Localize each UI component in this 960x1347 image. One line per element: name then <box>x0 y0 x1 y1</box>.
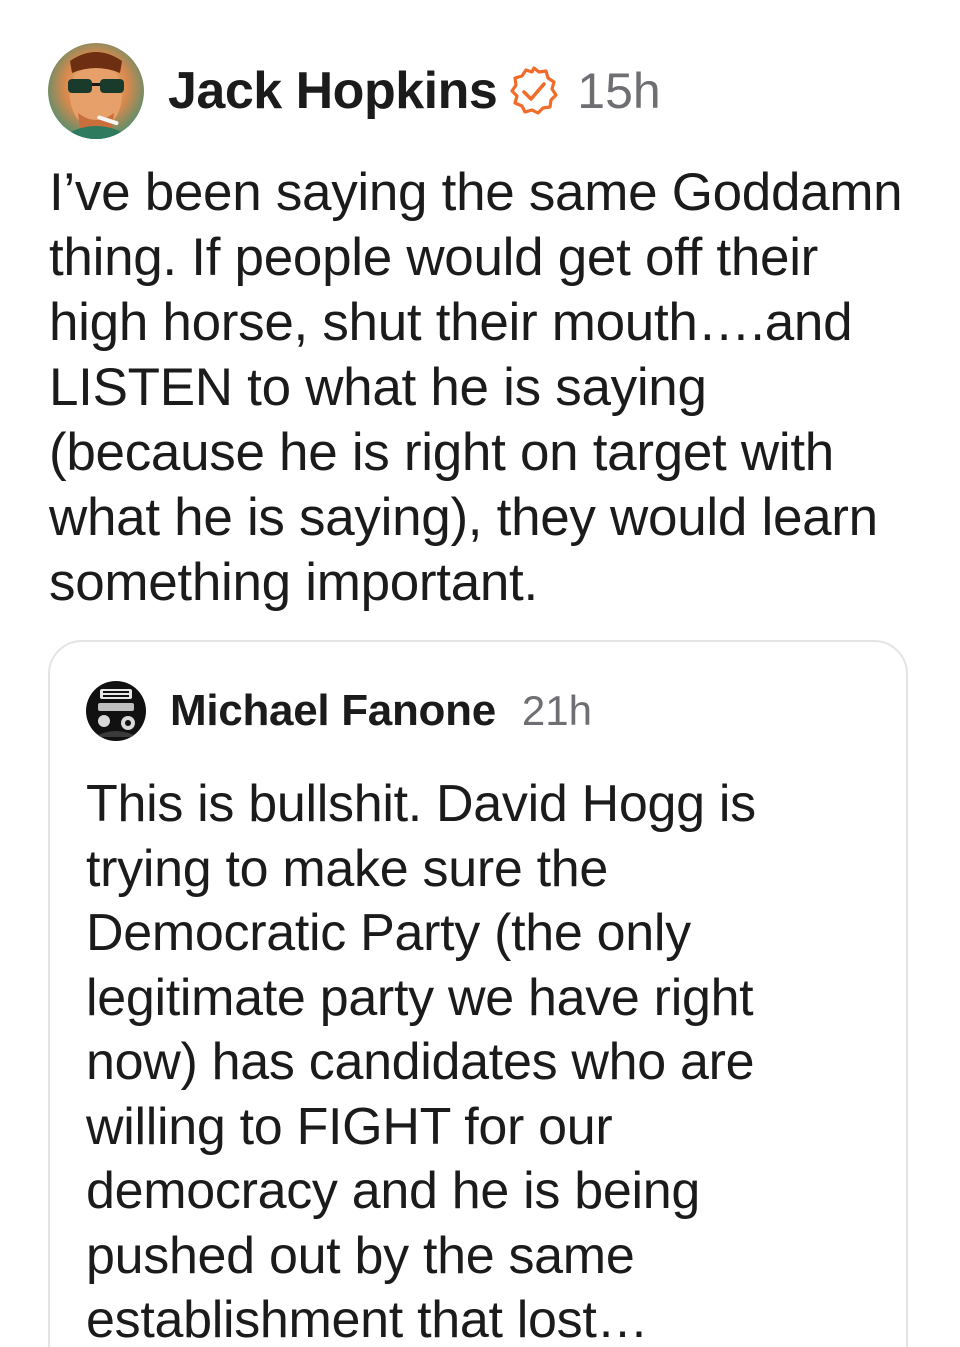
post-timestamp: 15h <box>577 63 661 119</box>
post-body-text: I’ve been saying the same Goddamn thing.… <box>49 163 903 612</box>
avatar[interactable] <box>48 43 144 139</box>
quoted-post-timestamp: 21h <box>521 687 592 734</box>
author-name[interactable]: Jack Hopkins <box>168 65 498 117</box>
quoted-author-name[interactable]: Michael Fanone <box>170 686 496 736</box>
verified-badge-icon <box>509 66 559 116</box>
quoted-avatar[interactable] <box>86 681 146 741</box>
avatar-photo-icon <box>48 43 144 139</box>
quoted-post-body-text: This is bullshit. David Hogg is trying t… <box>86 775 756 1347</box>
post: Jack Hopkins 15h I’ve been saying the sa… <box>0 0 960 1347</box>
post-header: Jack Hopkins 15h <box>48 42 661 140</box>
avatar-photo-icon <box>86 681 146 741</box>
quoted-post-card[interactable]: Michael Fanone 21h This is bullshit. Dav… <box>48 640 908 1347</box>
quoted-post-header: Michael Fanone 21h <box>86 680 592 742</box>
